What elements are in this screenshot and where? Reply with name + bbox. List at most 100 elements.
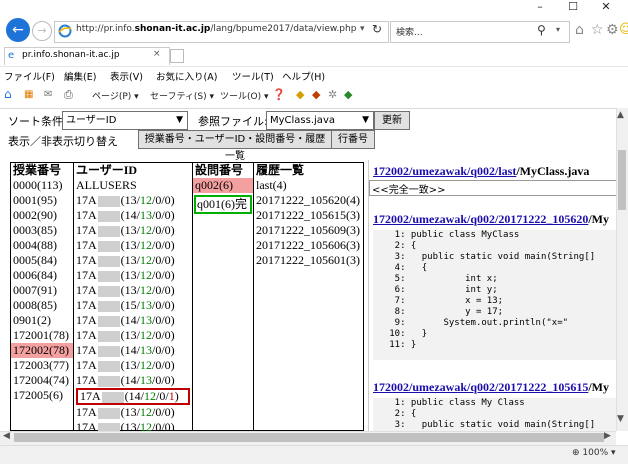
scroll-right-icon[interactable]: ▶ [604,431,611,441]
search-dropdown-icon[interactable]: ▾ [556,25,560,34]
scroll-left-icon[interactable]: ◀ [3,431,10,441]
class-number-item[interactable]: 0003(85) [11,223,73,238]
zoom-level[interactable]: ⊕ 100% ▾ [572,448,616,458]
line-number-button[interactable]: 行番号 [331,130,375,149]
tab-label[interactable]: pr.info.shonan-it.ac.jp [22,50,120,60]
history-item[interactable]: 20171222_105601(3) [254,253,362,268]
class-number-item[interactable]: 0901(2) [11,313,73,328]
history-item[interactable]: last(4) [254,178,362,193]
history-item[interactable]: 20171222_105609(3) [254,223,362,238]
file1-heading: 172002/umezawak/q002/last/MyClass.java [373,164,589,179]
home-icon[interactable]: ⌂ [575,22,584,38]
class-number-item[interactable]: 0007(91) [11,283,73,298]
addon-icon-1[interactable]: ◆ [296,88,304,101]
user-item[interactable]: 17A (13/12/0/0) [74,223,192,238]
menu-view[interactable]: 表示(V) [110,69,143,83]
file3-link[interactable]: 172002/umezawak/q002/20171222_105615 [373,380,588,394]
back-button[interactable]: ← [6,18,30,42]
user-counts: (15/13/0/0) [120,298,175,312]
class-number-item[interactable]: 0000(113) [11,178,73,193]
user-counts: (14/13/0/0) [120,343,175,357]
user-item[interactable]: 17A (15/13/0/0) [74,298,192,313]
class-number-item[interactable]: 0008(85) [11,298,73,313]
cmd-safety[interactable]: セーフティ(S) ▾ [150,89,214,102]
user-counts: (13/12/0/0) [120,223,175,237]
user-item[interactable]: ALLUSERS [74,178,192,193]
class-number-item[interactable]: 0005(84) [11,253,73,268]
horizontal-scroll-thumb[interactable] [14,433,604,442]
address-url[interactable]: http://pr.info.shonan-it.ac.jp/lang/bpum… [76,24,356,34]
file-select[interactable]: MyClass.java ▼ [266,111,374,130]
user-id: 17A [76,405,97,419]
zoom-icon: ⊕ [572,448,583,458]
class-number-item[interactable]: 0004(88) [11,238,73,253]
user-item[interactable]: 17A (14/12/0/1) [76,388,190,405]
question-item[interactable]: q002(6) [193,178,253,193]
menu-favorites[interactable]: お気に入り(A) [156,69,217,83]
file1-link[interactable]: 172002/umezawak/q002/last [373,164,516,178]
user-item[interactable]: 17A (13/12/0/0) [74,268,192,283]
class-number-item[interactable]: 172003(77) [11,358,73,373]
history-item[interactable]: 20171222_105615(3) [254,208,362,223]
search-icon[interactable]: ⚲ [537,23,546,37]
class-number-item[interactable]: 0006(84) [11,268,73,283]
refresh-icon[interactable]: ↻ [372,22,382,36]
smiley-icon[interactable]: ☺ [619,22,628,36]
code-line: 2: { [373,241,417,251]
class-number-item[interactable]: 172004(74) [11,373,73,388]
file1-status-box: <<完全一致>> [369,180,617,196]
addon-icon-2[interactable]: ◆ [312,88,320,101]
update-button[interactable]: 更新 [374,111,410,130]
toggle-columns-button[interactable]: 授業番号・ユーザーID・設問番号・履歴一覧 [138,130,332,162]
menu-edit[interactable]: 編集(E) [64,69,96,83]
user-item[interactable]: 17A (14/13/0/0) [74,343,192,358]
file2-link[interactable]: 172002/umezawak/q002/20171222_105620 [373,212,588,226]
tab-close-icon[interactable]: × [153,49,161,59]
menu-tools[interactable]: ツール(T) [232,69,274,83]
menu-file[interactable]: ファイル(F) [4,69,55,83]
class-number-item[interactable]: 0002(90) [11,208,73,223]
user-item[interactable]: 17A (13/12/0/0) [74,358,192,373]
sort-select[interactable]: ユーザーID ▼ [62,111,188,130]
forward-button[interactable]: → [32,21,52,41]
addon-icon-4[interactable]: ◆ [344,88,352,101]
favorites-star-icon[interactable]: ☆ [591,22,604,38]
code-line: 1: public class MyClass [373,230,520,240]
addon-icon-3[interactable]: ✲ [328,88,337,101]
help-icon[interactable]: ❓ [272,88,286,101]
new-tab-button[interactable] [170,49,184,63]
mail-icon[interactable]: ✉ [44,89,52,100]
class-number-item[interactable]: 0001(95) [11,193,73,208]
class-number-item[interactable]: 172002(78) [11,343,73,358]
print-icon[interactable]: ⎙ [64,88,73,102]
user-item[interactable]: 17A (14/13/0/0) [74,208,192,223]
cmd-tools[interactable]: ツール(O) ▾ [220,89,269,102]
user-item[interactable]: 17A (14/13/0/0) [74,373,192,388]
history-item[interactable]: 20171222_105620(4) [254,193,362,208]
user-item[interactable]: 17A (13/12/0/0) [74,405,192,420]
settings-gear-icon[interactable]: ⚙ [606,22,619,38]
user-item[interactable]: 17A (13/12/0/0) [74,193,192,208]
history-item[interactable]: 20171222_105606(3) [254,238,362,253]
class-number-item[interactable]: 172005(6) [11,388,73,403]
user-item[interactable]: 17A (13/12/0/0) [74,253,192,268]
scroll-up-icon[interactable]: ▲ [617,110,624,120]
address-dropdown-icon[interactable]: ▾ [360,24,365,34]
close-window-button[interactable]: ✕ [586,0,626,14]
user-item[interactable]: 17A (13/12/0/0) [74,283,192,298]
class-number-item[interactable]: 172001(78) [11,328,73,343]
vertical-scroll-thumb[interactable] [618,150,626,210]
cmd-page[interactable]: ページ(P) ▾ [92,89,139,102]
user-id: 17A [76,358,97,372]
menu-help[interactable]: ヘルプ(H) [282,69,325,83]
redacted-block [97,225,120,237]
question-item[interactable]: q001(6)完 [194,195,252,214]
user-item[interactable]: 17A (13/12/0/0) [74,328,192,343]
scroll-down-icon[interactable]: ▼ [617,414,624,424]
home-cmd-icon[interactable]: ⌂ [4,87,12,101]
search-input[interactable]: 検索... [396,25,423,38]
feeds-icon[interactable]: ▦ [24,89,33,100]
user-item[interactable]: 17A (14/13/0/0) [74,313,192,328]
user-item[interactable]: 17A (13/12/0/0) [74,238,192,253]
file2-heading: 172002/umezawak/q002/20171222_105620/My [373,212,609,227]
